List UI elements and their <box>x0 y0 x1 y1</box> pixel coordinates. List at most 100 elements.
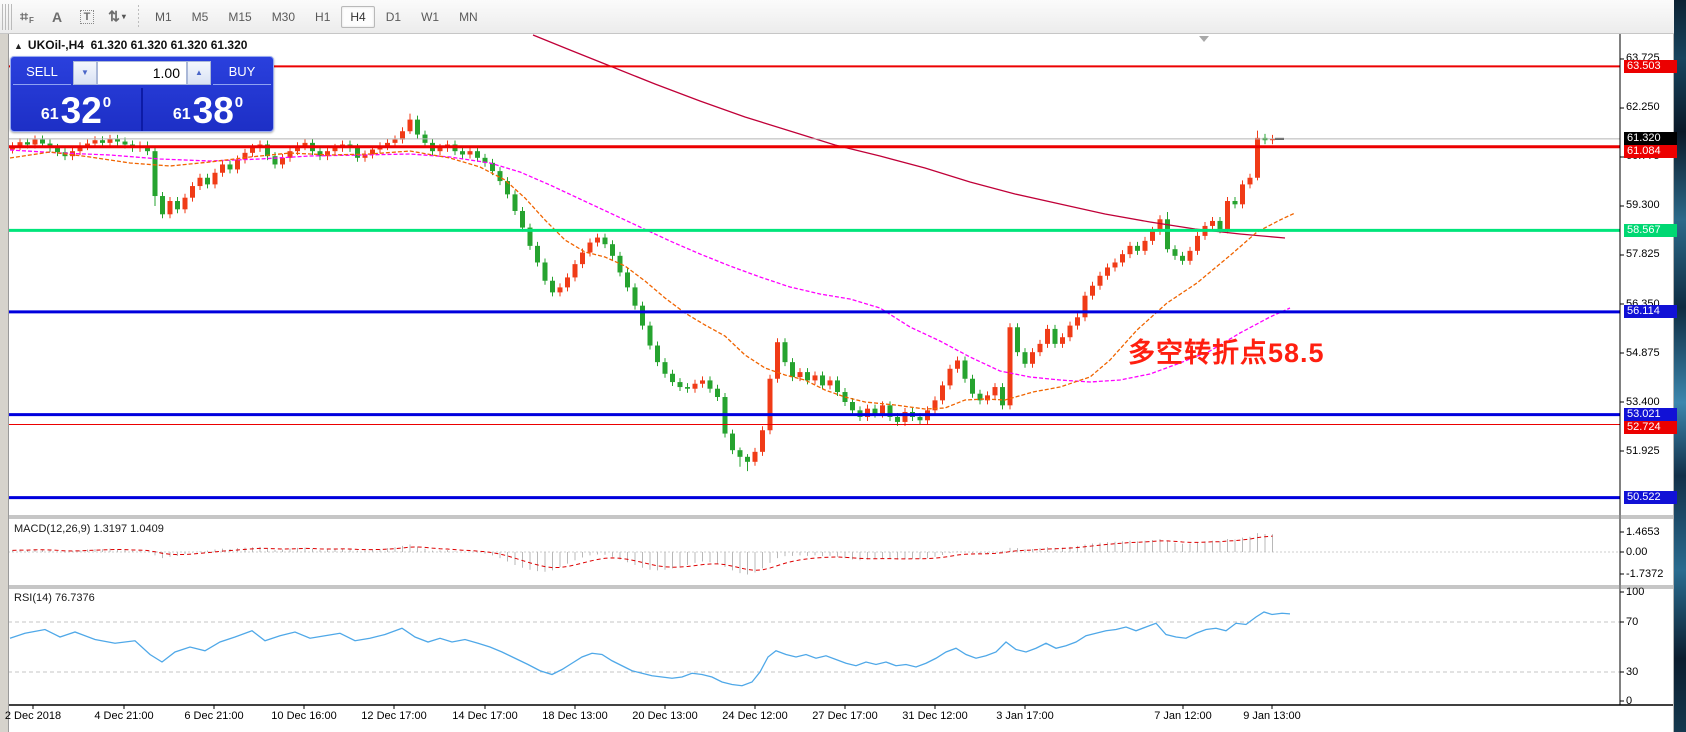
volume-decrease-button[interactable]: ▼ <box>73 61 97 85</box>
candle-body <box>408 120 413 132</box>
rsi-scale-label: 30 <box>1626 666 1678 679</box>
candle-body <box>813 375 818 380</box>
candle-body <box>700 380 705 383</box>
candle-body <box>573 264 578 277</box>
macd-scale-label: 1.4653 <box>1626 526 1678 539</box>
candle-body <box>1030 352 1035 364</box>
candle-body <box>828 380 833 385</box>
candle-body <box>198 178 203 186</box>
candle-body <box>693 384 698 389</box>
buy-button[interactable]: BUY <box>213 60 271 85</box>
candle-body <box>280 158 285 165</box>
timeframe-group: M1M5M15M30H1H4D1W1MN <box>145 6 488 28</box>
time-scale-label: 31 Dec 12:00 <box>902 710 967 722</box>
cycle-arrows-icon[interactable]: ⇅▾ <box>105 5 129 29</box>
crosshair-grid-sub: F <box>29 16 34 25</box>
candle-body <box>513 194 518 211</box>
candle-body <box>798 372 803 377</box>
candle-body <box>1075 317 1080 325</box>
price-badge-61.084: 61.084 <box>1624 145 1677 158</box>
chart-title: ▲UKOil-,H4 61.320 61.320 61.320 61.320 <box>14 38 247 52</box>
candle-body <box>235 159 240 169</box>
candle-body <box>460 151 465 154</box>
price-badge-52.724: 52.724 <box>1624 421 1677 434</box>
candle-body <box>663 362 668 374</box>
candle-body <box>438 148 443 151</box>
candle-body <box>738 450 743 457</box>
candle-body <box>168 201 173 214</box>
candle-body <box>895 417 900 422</box>
candle-body <box>1113 262 1118 267</box>
price-scale-label: 57.825 <box>1626 248 1678 261</box>
mt4-window: ⌗F A T ⇅▾ M1M5M15M30H1H4D1W1MN ▲UKOil-,H… <box>0 0 1686 732</box>
candle-body <box>1090 286 1095 296</box>
timeframe-h4[interactable]: H4 <box>341 6 374 28</box>
candle-body <box>595 238 600 243</box>
candle-body <box>355 148 360 158</box>
sell-button[interactable]: SELL <box>13 60 71 85</box>
candle-body <box>1000 387 1005 405</box>
buy-price-handle: 61 <box>173 106 191 124</box>
candle-body <box>670 374 675 382</box>
window-left-border <box>0 0 9 732</box>
toolbar: ⌗F A T ⇅▾ M1M5M15M30H1H4D1W1MN <box>0 0 1674 34</box>
toolbar-grip[interactable] <box>2 4 12 30</box>
timeframe-d1[interactable]: D1 <box>377 6 410 28</box>
rsi-scale-label: 0 <box>1626 695 1678 708</box>
volume-increase-button[interactable]: ▲ <box>187 61 211 85</box>
price-scale-label: 62.250 <box>1626 101 1678 114</box>
candle-body <box>1045 329 1050 344</box>
candle-body <box>603 238 608 245</box>
time-scale-label: 24 Dec 12:00 <box>722 710 787 722</box>
timeframe-m5[interactable]: M5 <box>183 6 218 28</box>
rsi-line <box>10 612 1290 686</box>
text-box-glyph: T <box>80 10 95 24</box>
toolbar-separator <box>138 5 139 29</box>
candle-body <box>1210 221 1215 226</box>
candle-body <box>33 140 38 145</box>
candle-body <box>123 142 128 145</box>
timeframe-m15[interactable]: M15 <box>219 6 260 28</box>
timeframe-mn[interactable]: MN <box>450 6 487 28</box>
text-label-icon[interactable]: A <box>45 5 69 29</box>
time-scale-label: 12 Dec 17:00 <box>361 710 426 722</box>
candle-body <box>400 131 405 139</box>
candle-body <box>610 244 615 256</box>
buy-price[interactable]: 61 38 0 <box>143 88 273 131</box>
chart-shift-marker-icon[interactable] <box>1199 36 1209 42</box>
text-box-icon[interactable]: T <box>75 5 99 29</box>
candle-body <box>1083 296 1088 318</box>
timeframe-m30[interactable]: M30 <box>263 6 304 28</box>
collapse-arrow-icon[interactable]: ▲ <box>14 41 23 51</box>
volume-input[interactable]: 1.00 <box>97 61 187 85</box>
candle-body <box>93 140 98 143</box>
price-badge-50.522: 50.522 <box>1624 491 1677 504</box>
timeframe-w1[interactable]: W1 <box>412 6 448 28</box>
candle-body <box>393 140 398 143</box>
candle-body <box>1195 236 1200 251</box>
candle-body <box>543 262 548 280</box>
price-scale-label: 51.925 <box>1626 445 1678 458</box>
time-scale-label: 4 Dec 21:00 <box>94 710 153 722</box>
candle-body <box>648 326 653 346</box>
candle-body <box>715 389 720 397</box>
candle-body <box>745 457 750 462</box>
candle-body <box>940 385 945 400</box>
candle-body <box>40 140 45 144</box>
time-scale-label: 7 Jan 12:00 <box>1154 710 1212 722</box>
crosshair-grid-icon[interactable]: ⌗F <box>15 5 39 29</box>
candle-body <box>1233 201 1238 204</box>
candle-body <box>993 387 998 395</box>
time-scale-label: 20 Dec 13:00 <box>632 710 697 722</box>
candle-body <box>1015 327 1020 352</box>
time-scale-label: 9 Jan 13:00 <box>1243 710 1301 722</box>
candle-body <box>1150 231 1155 241</box>
candle-body <box>1038 344 1043 352</box>
macd-label: MACD(12,26,9) 1.3197 1.0409 <box>14 523 164 535</box>
macd-scale-label: 0.00 <box>1626 546 1678 559</box>
sell-price[interactable]: 61 32 0 <box>11 88 141 131</box>
candle-body <box>250 148 255 153</box>
timeframe-h1[interactable]: H1 <box>306 6 339 28</box>
timeframe-m1[interactable]: M1 <box>146 6 181 28</box>
time-scale-label: 2 Dec 2018 <box>5 710 61 722</box>
